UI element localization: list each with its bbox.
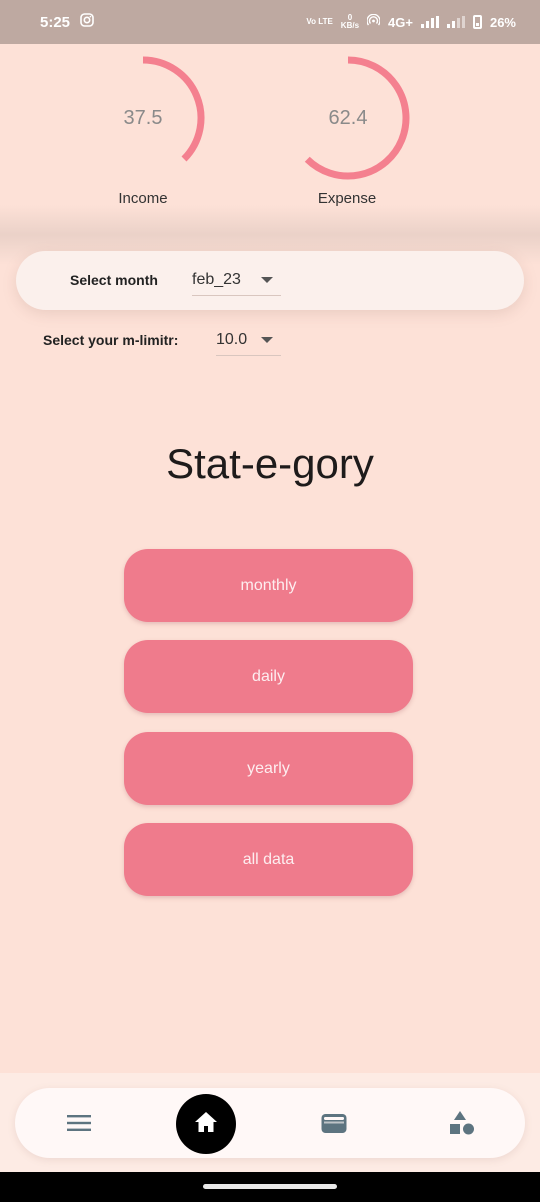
- income-gauge: 37.5: [78, 53, 208, 183]
- network-type: 4G+: [388, 14, 413, 30]
- all-data-button[interactable]: all data: [124, 823, 413, 896]
- limit-label: Select your m-limitr:: [43, 332, 179, 348]
- battery-icon: [472, 15, 482, 29]
- daily-button[interactable]: daily: [124, 640, 413, 713]
- status-time: 5:25: [40, 13, 71, 31]
- status-bar: 5:25 Vo LTE 0 KB/s 4G+ 26%: [0, 0, 540, 44]
- chevron-down-icon: [261, 276, 273, 283]
- signal-icon: [420, 16, 439, 28]
- instagram-icon: [80, 13, 94, 31]
- yearly-button[interactable]: yearly: [124, 732, 413, 805]
- monthly-button[interactable]: monthly: [124, 549, 413, 622]
- home-button[interactable]: [176, 1094, 236, 1154]
- limit-dropdown-value: 10.0: [216, 330, 248, 348]
- income-value: 37.5: [123, 106, 163, 129]
- home-icon: [194, 1111, 218, 1138]
- shapes-icon[interactable]: [444, 1106, 480, 1140]
- month-dropdown-value: feb_23: [192, 270, 241, 288]
- gesture-handle[interactable]: [203, 1184, 337, 1189]
- volte-indicator: Vo LTE: [306, 17, 333, 26]
- hotspot-icon: [366, 13, 381, 30]
- menu-icon[interactable]: [60, 1108, 98, 1138]
- expense-value: 62.4: [328, 106, 368, 129]
- wallet-icon[interactable]: [316, 1106, 352, 1140]
- expense-gauge: 62.4: [283, 53, 413, 183]
- page-title: Stat-e-gory: [166, 440, 374, 487]
- battery-percent: 26%: [489, 14, 516, 30]
- network-speed: 0 KB/s: [340, 13, 360, 30]
- gesture-bar: [0, 1172, 540, 1202]
- limit-dropdown[interactable]: 10.0: [216, 324, 281, 356]
- month-dropdown[interactable]: feb_23: [192, 264, 281, 296]
- chevron-down-icon: [261, 336, 273, 343]
- signal-icon-2: [446, 16, 465, 28]
- select-month-label: Select month: [70, 272, 158, 288]
